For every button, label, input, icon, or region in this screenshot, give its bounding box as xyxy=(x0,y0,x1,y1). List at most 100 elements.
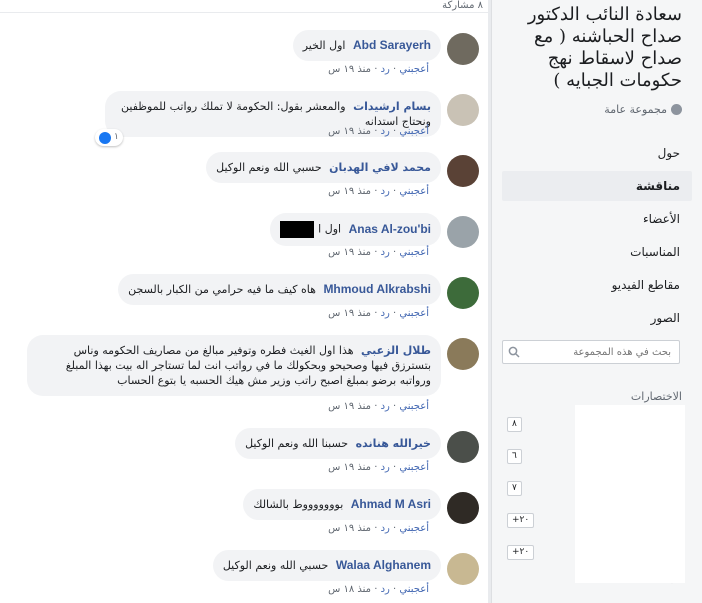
comment-author[interactable]: Abd Sarayerh xyxy=(353,38,431,52)
shortcut-count: +٢٠ xyxy=(507,512,535,528)
avatar[interactable] xyxy=(447,277,479,309)
comment-actions: أعجبني · رد · منذ ١٩ س xyxy=(328,64,429,75)
reply-button[interactable]: رد xyxy=(381,523,390,534)
reaction-count[interactable]: ١ xyxy=(95,129,123,146)
shortcuts-title: الاختصارات xyxy=(630,390,682,403)
reply-button[interactable]: رد xyxy=(381,584,390,595)
avatar[interactable] xyxy=(447,553,479,585)
shortcut-item[interactable]: ٦ xyxy=(507,448,522,464)
redaction-scribble xyxy=(575,405,685,583)
avatar[interactable] xyxy=(447,94,479,126)
like-button[interactable]: أعجبني xyxy=(399,64,429,75)
comment-text: بوووووووط بالشالك xyxy=(253,498,344,511)
reply-button[interactable]: رد xyxy=(381,462,390,473)
comment-time[interactable]: منذ ١٩ س xyxy=(328,401,371,412)
nav-about[interactable]: حول xyxy=(502,138,692,168)
divider xyxy=(0,12,488,13)
like-button[interactable]: أعجبني xyxy=(399,126,429,137)
comment-author[interactable]: بسام ارشيدات xyxy=(353,100,431,113)
comment-bubble: Abd Sarayerh اول الخير xyxy=(292,30,441,61)
avatar[interactable] xyxy=(447,431,479,463)
comment-bubble: محمد لافي الهدبان حسبي الله ونعم الوكيل xyxy=(206,152,441,183)
comment-actions: أعجبني · رد · منذ ١٩ س xyxy=(328,126,429,137)
reply-button[interactable]: رد xyxy=(381,308,390,319)
comment-time[interactable]: منذ ١٩ س xyxy=(328,462,371,473)
comment-actions: أعجبني · رد · منذ ١٨ س xyxy=(328,584,429,595)
comment-text: هاه كيف ما فيه حرامي من الكبار بالسجن xyxy=(128,283,316,296)
like-button[interactable]: أعجبني xyxy=(399,186,429,197)
comment-bubble: خيرالله هنانده حسبنا الله ونعم الوكيل xyxy=(235,428,441,459)
shortcut-count: +٢٠ xyxy=(507,544,535,560)
comment-author[interactable]: طلال الزعبي xyxy=(361,344,431,357)
share-count[interactable]: ٨ مشاركة xyxy=(442,0,483,11)
comment-actions: أعجبني · رد · منذ ١٩ س xyxy=(328,401,429,412)
nav-photos[interactable]: الصور xyxy=(502,303,692,333)
comment-text: حسبي الله ونعم الوكيل xyxy=(222,559,329,572)
globe-icon xyxy=(671,104,682,115)
like-button[interactable]: أعجبني xyxy=(399,308,429,319)
comment-bubble: Mhmoud Alkrabshi هاه كيف ما فيه حرامي من… xyxy=(118,274,441,305)
avatar[interactable] xyxy=(447,338,479,370)
group-title[interactable]: سعادة النائب الدكتور صداح الحباشنه ( مع … xyxy=(504,4,682,92)
comment-time[interactable]: منذ ١٩ س xyxy=(328,308,371,319)
nav-discussion[interactable]: مناقشة xyxy=(502,171,692,201)
comment-author[interactable]: Anas Al-zou'bi xyxy=(349,222,431,236)
comment-time[interactable]: منذ ١٨ س xyxy=(328,584,371,595)
group-search xyxy=(502,340,680,364)
comment-actions: أعجبني · رد · منذ ١٩ س xyxy=(328,308,429,319)
reply-button[interactable]: رد xyxy=(381,186,390,197)
like-button[interactable]: أعجبني xyxy=(399,584,429,595)
nav-events[interactable]: المناسبات xyxy=(502,237,692,267)
nav-members[interactable]: الأعضاء xyxy=(502,204,692,234)
shortcut-count: ٦ xyxy=(507,448,522,464)
avatar[interactable] xyxy=(447,155,479,187)
like-button[interactable]: أعجبني xyxy=(399,523,429,534)
comment-bubble: Walaa Alghanem حسبي الله ونعم الوكيل xyxy=(212,550,441,581)
avatar[interactable] xyxy=(447,216,479,248)
comment-author[interactable]: Walaa Alghanem xyxy=(336,558,431,572)
comment-time[interactable]: منذ ١٩ س xyxy=(328,523,371,534)
comment-bubble: Ahmad M Asri بوووووووط بالشالك xyxy=(243,489,441,520)
like-button[interactable]: أعجبني xyxy=(399,247,429,258)
comment-time[interactable]: منذ ١٩ س xyxy=(328,247,371,258)
comment-text: اول ا xyxy=(318,222,342,236)
like-button[interactable]: أعجبني xyxy=(399,401,429,412)
shortcut-item[interactable]: +٢٠ xyxy=(507,512,535,528)
comment-bubble: Anas Al-zou'bi اول ا xyxy=(270,213,441,246)
shortcut-count: ٧ xyxy=(507,480,522,496)
like-button[interactable]: أعجبني xyxy=(399,462,429,473)
reply-button[interactable]: رد xyxy=(381,247,390,258)
shortcut-item[interactable]: ٨ xyxy=(507,416,522,432)
comment-text: حسبي الله ونعم الوكيل xyxy=(216,161,322,174)
group-nav: حول مناقشة الأعضاء المناسبات مقاطع الفيد… xyxy=(502,138,692,336)
comment-time[interactable]: منذ ١٩ س xyxy=(328,186,371,197)
comment-actions: أعجبني · رد · منذ ١٩ س xyxy=(328,186,429,197)
comment-text: اول الخير xyxy=(302,39,346,52)
like-icon xyxy=(99,131,111,144)
comment-author[interactable]: خيرالله هنانده xyxy=(356,437,431,450)
comment-actions: أعجبني · رد · منذ ١٩ س xyxy=(328,247,429,258)
shortcut-item[interactable]: +٢٠ xyxy=(507,544,535,560)
nav-videos[interactable]: مقاطع الفيديو xyxy=(502,270,692,300)
avatar[interactable] xyxy=(447,492,479,524)
reply-button[interactable]: رد xyxy=(381,64,390,75)
shortcut-item[interactable]: ٧ xyxy=(507,480,522,496)
comment-actions: أعجبني · رد · منذ ١٩ س xyxy=(328,523,429,534)
comment-text: حسبنا الله ونعم الوكيل xyxy=(245,437,349,450)
search-icon[interactable] xyxy=(503,346,525,358)
comments-feed: ٨ مشاركة Abd Sarayerh اول الخير أعجبني ·… xyxy=(0,0,491,603)
comment-actions: أعجبني · رد · منذ ١٩ س xyxy=(328,462,429,473)
search-input[interactable] xyxy=(525,345,679,359)
comment-author[interactable]: Ahmad M Asri xyxy=(351,497,431,511)
reply-button[interactable]: رد xyxy=(381,401,390,412)
comment-author[interactable]: Mhmoud Alkrabshi xyxy=(323,282,431,296)
comment-time[interactable]: منذ ١٩ س xyxy=(328,126,371,137)
shortcut-count: ٨ xyxy=(507,416,522,432)
comment-author[interactable]: محمد لافي الهدبان xyxy=(329,161,431,174)
avatar[interactable] xyxy=(447,33,479,65)
redaction-box xyxy=(280,221,315,238)
reply-button[interactable]: رد xyxy=(381,126,390,137)
comment-bubble: طلال الزعبي هذا اول الغيث فطره وتوفير مب… xyxy=(27,335,441,396)
comment-time[interactable]: منذ ١٩ س xyxy=(328,64,371,75)
group-privacy: مجموعة عامة xyxy=(604,103,682,116)
